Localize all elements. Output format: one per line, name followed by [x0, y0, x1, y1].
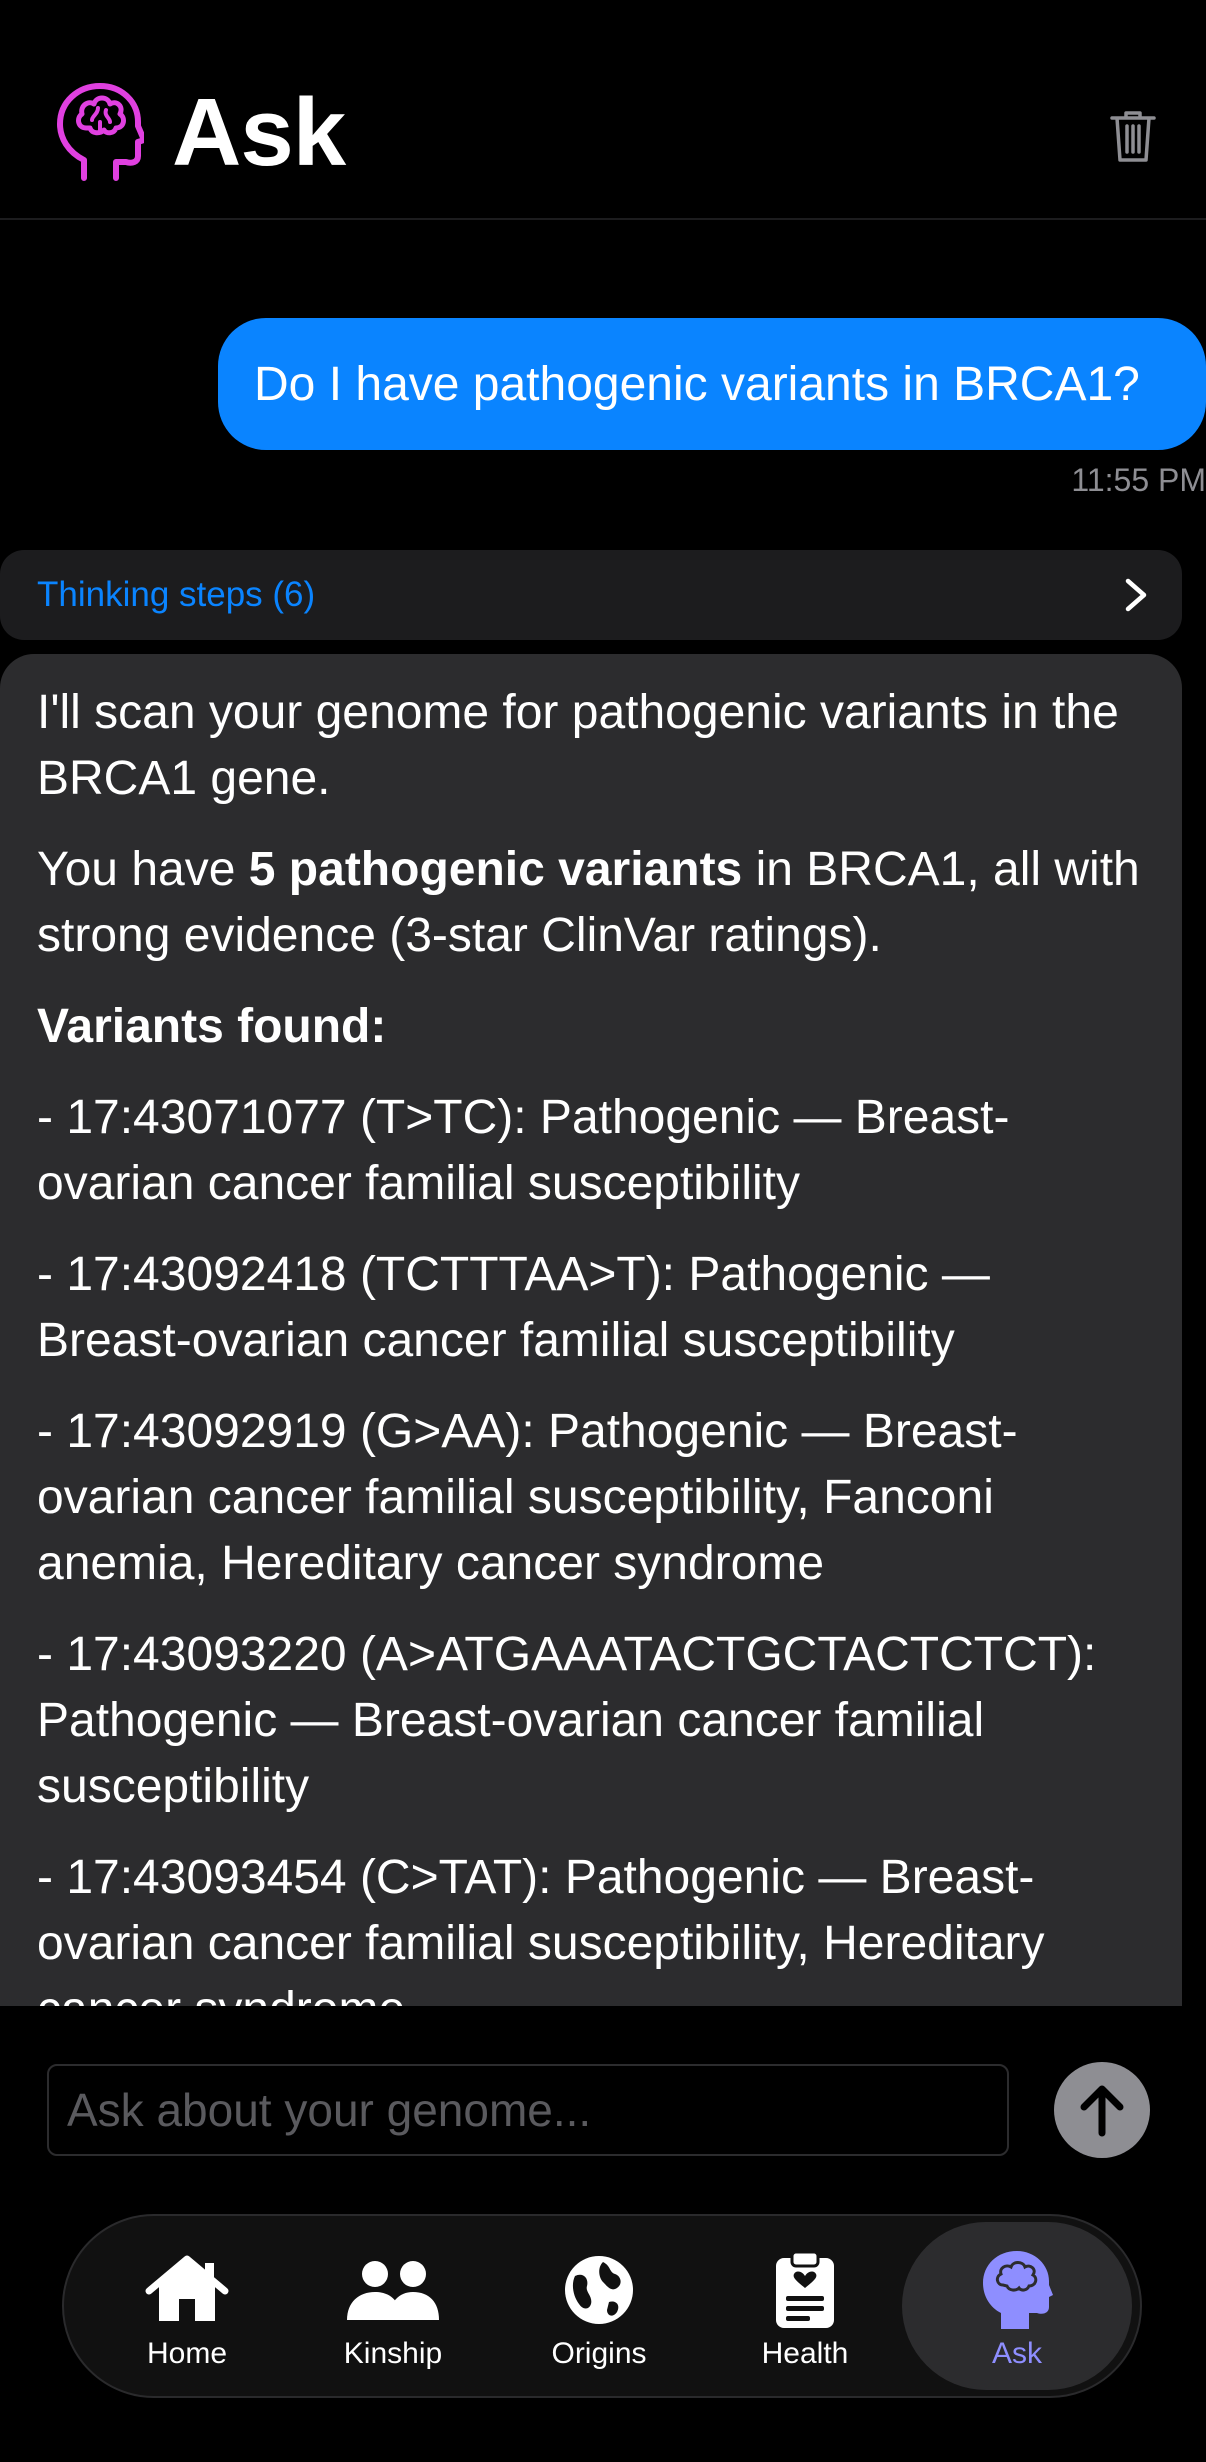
tab-label: Kinship [343, 2337, 443, 2370]
variant-item: - 17:43071077 (T>TC): Pathogenic — Breas… [37, 1091, 1010, 1210]
assistant-message-bubble: I'll scan your genome for pathogenic var… [0, 654, 1182, 2006]
variant-item: - 17:43093454 (C>TAT): Pathogenic — Brea… [37, 1851, 1045, 2006]
ask-input[interactable] [47, 2064, 1009, 2156]
summary-highlight: 5 pathogenic variants [248, 843, 743, 896]
tab-kinship[interactable]: Kinship [290, 2216, 496, 2396]
tab-home[interactable]: Home [84, 2216, 290, 2396]
tab-label: Health [761, 2337, 849, 2370]
tab-health[interactable]: Health [702, 2216, 908, 2396]
brain-head-icon [57, 83, 144, 181]
user-message-bubble: Do I have pathogenic variants in BRCA1? [218, 318, 1206, 450]
variant-item: - 17:43093220 (A>ATGAAATACTGCTACTCTCT): … [37, 1628, 1097, 1813]
thinking-steps-toggle[interactable]: Thinking steps (6) [0, 550, 1182, 640]
brain-head-icon [983, 2251, 1053, 2329]
clipboard-heart-icon [776, 2250, 834, 2328]
assistant-intro: I'll scan your genome for pathogenic var… [37, 686, 1119, 805]
tab-ask[interactable]: Ask [902, 2222, 1132, 2390]
tab-origins[interactable]: Origins [496, 2216, 702, 2396]
page-title: Ask [172, 79, 346, 186]
summary-text-start: You have [37, 843, 249, 896]
user-message-text: Do I have pathogenic variants in BRCA1? [254, 357, 1140, 411]
variant-item: - 17:43092418 (TCTTTAA>T): Pathogenic — … [37, 1248, 990, 1367]
trash-icon[interactable] [1108, 108, 1158, 164]
arrow-up-icon [1080, 2085, 1124, 2137]
home-icon [145, 2255, 229, 2321]
tab-bar: Home Kinship Origins Health Ask [62, 2214, 1142, 2398]
tab-label: Home [146, 2337, 228, 2370]
people-icon [347, 2261, 439, 2320]
variants-heading: Variants found: [37, 994, 1146, 1060]
message-timestamp: 11:55 PM [1071, 462, 1206, 498]
variant-item: - 17:43092919 (G>AA): Pathogenic — Breas… [37, 1405, 1018, 1590]
thinking-steps-label: Thinking steps (6) [37, 575, 316, 614]
globe-icon [565, 2256, 633, 2324]
ask-screen: Ask Do I have pathogenic variants in BRC… [0, 0, 1206, 2462]
tab-label: Ask [991, 2337, 1042, 2370]
tab-label: Origins [551, 2337, 647, 2370]
assistant-summary: You have 5 pathogenic variants in BRCA1,… [37, 837, 1146, 969]
send-button[interactable] [1054, 2062, 1150, 2158]
chevron-right-icon [1125, 578, 1147, 612]
variants-heading-text: Variants found: [37, 1000, 387, 1053]
chat-thread[interactable]: Do I have pathogenic variants in BRCA1? … [0, 220, 1206, 2006]
header: Ask [0, 0, 1206, 220]
